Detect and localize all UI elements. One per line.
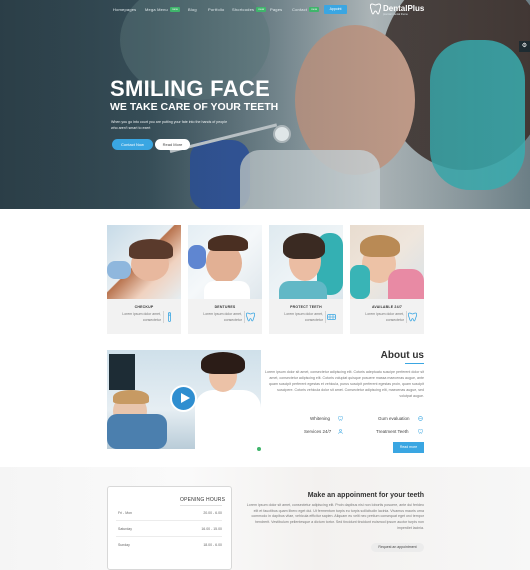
hours-time: 18.00 - 6.00 (203, 543, 222, 547)
nav-item-shortcodes[interactable]: Shortcodes new (232, 7, 267, 13)
divider (163, 311, 164, 323)
settings-icon[interactable]: ⚙ (519, 41, 530, 52)
photo-dental-chair (350, 265, 370, 299)
contact-now-button[interactable]: Contact Now (112, 139, 153, 150)
new-badge: new (309, 7, 320, 13)
photo-bib (279, 281, 327, 299)
service-photo (188, 225, 262, 299)
feature-label: Whitening (310, 416, 331, 421)
photo-shirt (388, 269, 424, 299)
divider (116, 520, 222, 521)
dental-mirror-head (273, 125, 291, 143)
tooth-icon (246, 312, 255, 322)
feature-services-24-7: Services 24/7 (304, 429, 331, 434)
service-desc: Lorem ipsum dolor amet, consectetur (365, 312, 404, 322)
hours-day: Saturday (118, 527, 133, 531)
tooth-icon (418, 429, 423, 434)
feature-gum-evaluation: Gum evaluation (378, 416, 410, 421)
about-text: Lorem ipsum dolor sit amet, consectetur … (264, 370, 424, 398)
nav-item-homepages[interactable]: Homepages (113, 7, 136, 12)
logo-tagline: premium dental theme (383, 13, 408, 16)
status-dot (257, 447, 261, 451)
about-title: About us (380, 350, 424, 361)
feature-treatment-teeth: Treatment Teeth (376, 429, 409, 434)
service-title: CHECKUP (134, 305, 154, 309)
title-underline (405, 363, 424, 364)
opening-hours-title: OPENING HOURS (180, 497, 226, 503)
tooth-icon (338, 416, 343, 421)
top-navigation: Homepages Mega Menu new Blog Portfolio Sh… (0, 0, 530, 20)
hero-subtitle: WE TAKE CARE OF YOUR TEETH (110, 101, 279, 113)
divider (116, 536, 222, 537)
photo-patient-hair (129, 239, 173, 259)
new-badge: new (169, 7, 181, 13)
photo-shirt (204, 281, 250, 299)
hero-title: SMILING FACE (110, 76, 271, 101)
divider (406, 311, 407, 323)
nav-item-portfolio[interactable]: Portfolio (208, 7, 224, 12)
nav-item-pages[interactable]: Pages (270, 7, 282, 12)
photo-patient-hair (360, 235, 400, 257)
video-monitor (109, 354, 135, 390)
service-desc: Lorem ipsum dolor amet, consectetur (122, 312, 161, 322)
nav-label: Shortcodes (232, 7, 255, 12)
tooth-icon (408, 312, 417, 322)
video-child-hair (113, 390, 149, 404)
hours-day: Sunday (118, 543, 130, 547)
divider (180, 505, 222, 506)
gum-icon (418, 416, 423, 421)
person-icon (338, 429, 343, 434)
play-icon[interactable] (170, 385, 197, 412)
nav-item-contact[interactable]: Contact new (292, 7, 320, 13)
nav-label: Portfolio (208, 7, 225, 12)
service-card-available[interactable]: AVAILABLE 24/7 Lorem ipsum dolor amet, c… (350, 225, 424, 334)
nav-label: Pages (270, 7, 283, 12)
read-more-button[interactable]: Read More (155, 139, 190, 150)
nav-label: Mega Menu (145, 7, 168, 12)
service-photo (107, 225, 181, 299)
appoint-button[interactable]: Appoint (324, 5, 347, 14)
request-appointment-button[interactable]: Request an appointment (371, 543, 424, 552)
divider (244, 311, 245, 323)
nav-label: Contact (292, 7, 308, 12)
service-card-checkup[interactable]: CHECKUP Lorem ipsum dolor amet, consecte… (107, 225, 181, 334)
service-title: PROTECT TEETH (290, 305, 322, 309)
feature-label: Services 24/7 (304, 429, 332, 434)
photo-patient-hair (283, 233, 325, 259)
feature-label: Treatment Teeth (376, 429, 409, 434)
service-card-dentures[interactable]: DENTURES Lorem ipsum dolor amet, consect… (188, 225, 262, 334)
service-desc: Lorem ipsum dolor amet, consectetur (284, 312, 323, 322)
service-title: AVAILABLE 24/7 (371, 305, 403, 309)
tooth-logo-icon (370, 3, 381, 15)
video-dentist-hair (201, 352, 245, 374)
service-photo (269, 225, 343, 299)
appointment-title: Make an appoinment for your teeth (307, 492, 424, 499)
feature-whitening: Whitening (310, 416, 330, 421)
logo-name: DentalPlus (383, 4, 425, 13)
service-desc: Lorem ipsum dolor amet, consectetur (203, 312, 242, 322)
nav-label: Homepages (113, 7, 137, 12)
service-title: DENTURES (214, 305, 236, 309)
about-read-more-button[interactable]: Read more (393, 442, 424, 453)
new-badge: new (256, 7, 267, 13)
nav-item-mega-menu[interactable]: Mega Menu new (145, 7, 181, 13)
nav-label: Blog (188, 7, 197, 12)
braces-icon (327, 314, 336, 320)
service-photo (350, 225, 424, 299)
video-chair (107, 414, 167, 449)
hero-text: When you go into court you are putting y… (111, 120, 228, 130)
photo-glove (107, 261, 131, 279)
nav-item-blog[interactable]: Blog (188, 7, 197, 12)
photo-glove (188, 245, 206, 269)
toothbrush-icon (168, 312, 171, 322)
divider (325, 311, 326, 323)
feature-label: Gum evaluation (378, 416, 410, 421)
hours-time: 16.00 - 15.00 (201, 527, 222, 531)
photo-patient-hair (208, 235, 248, 251)
service-card-protect-teeth[interactable]: PROTECT TEETH Lorem ipsum dolor amet, co… (269, 225, 343, 334)
appointment-text: Lorem ipsum dolor sit amet, consectetur … (246, 503, 424, 530)
video-dentist-coat (195, 390, 261, 449)
hours-time: 20.00 - 6.00 (203, 511, 222, 515)
hours-day: Fri - Mon (118, 511, 132, 515)
